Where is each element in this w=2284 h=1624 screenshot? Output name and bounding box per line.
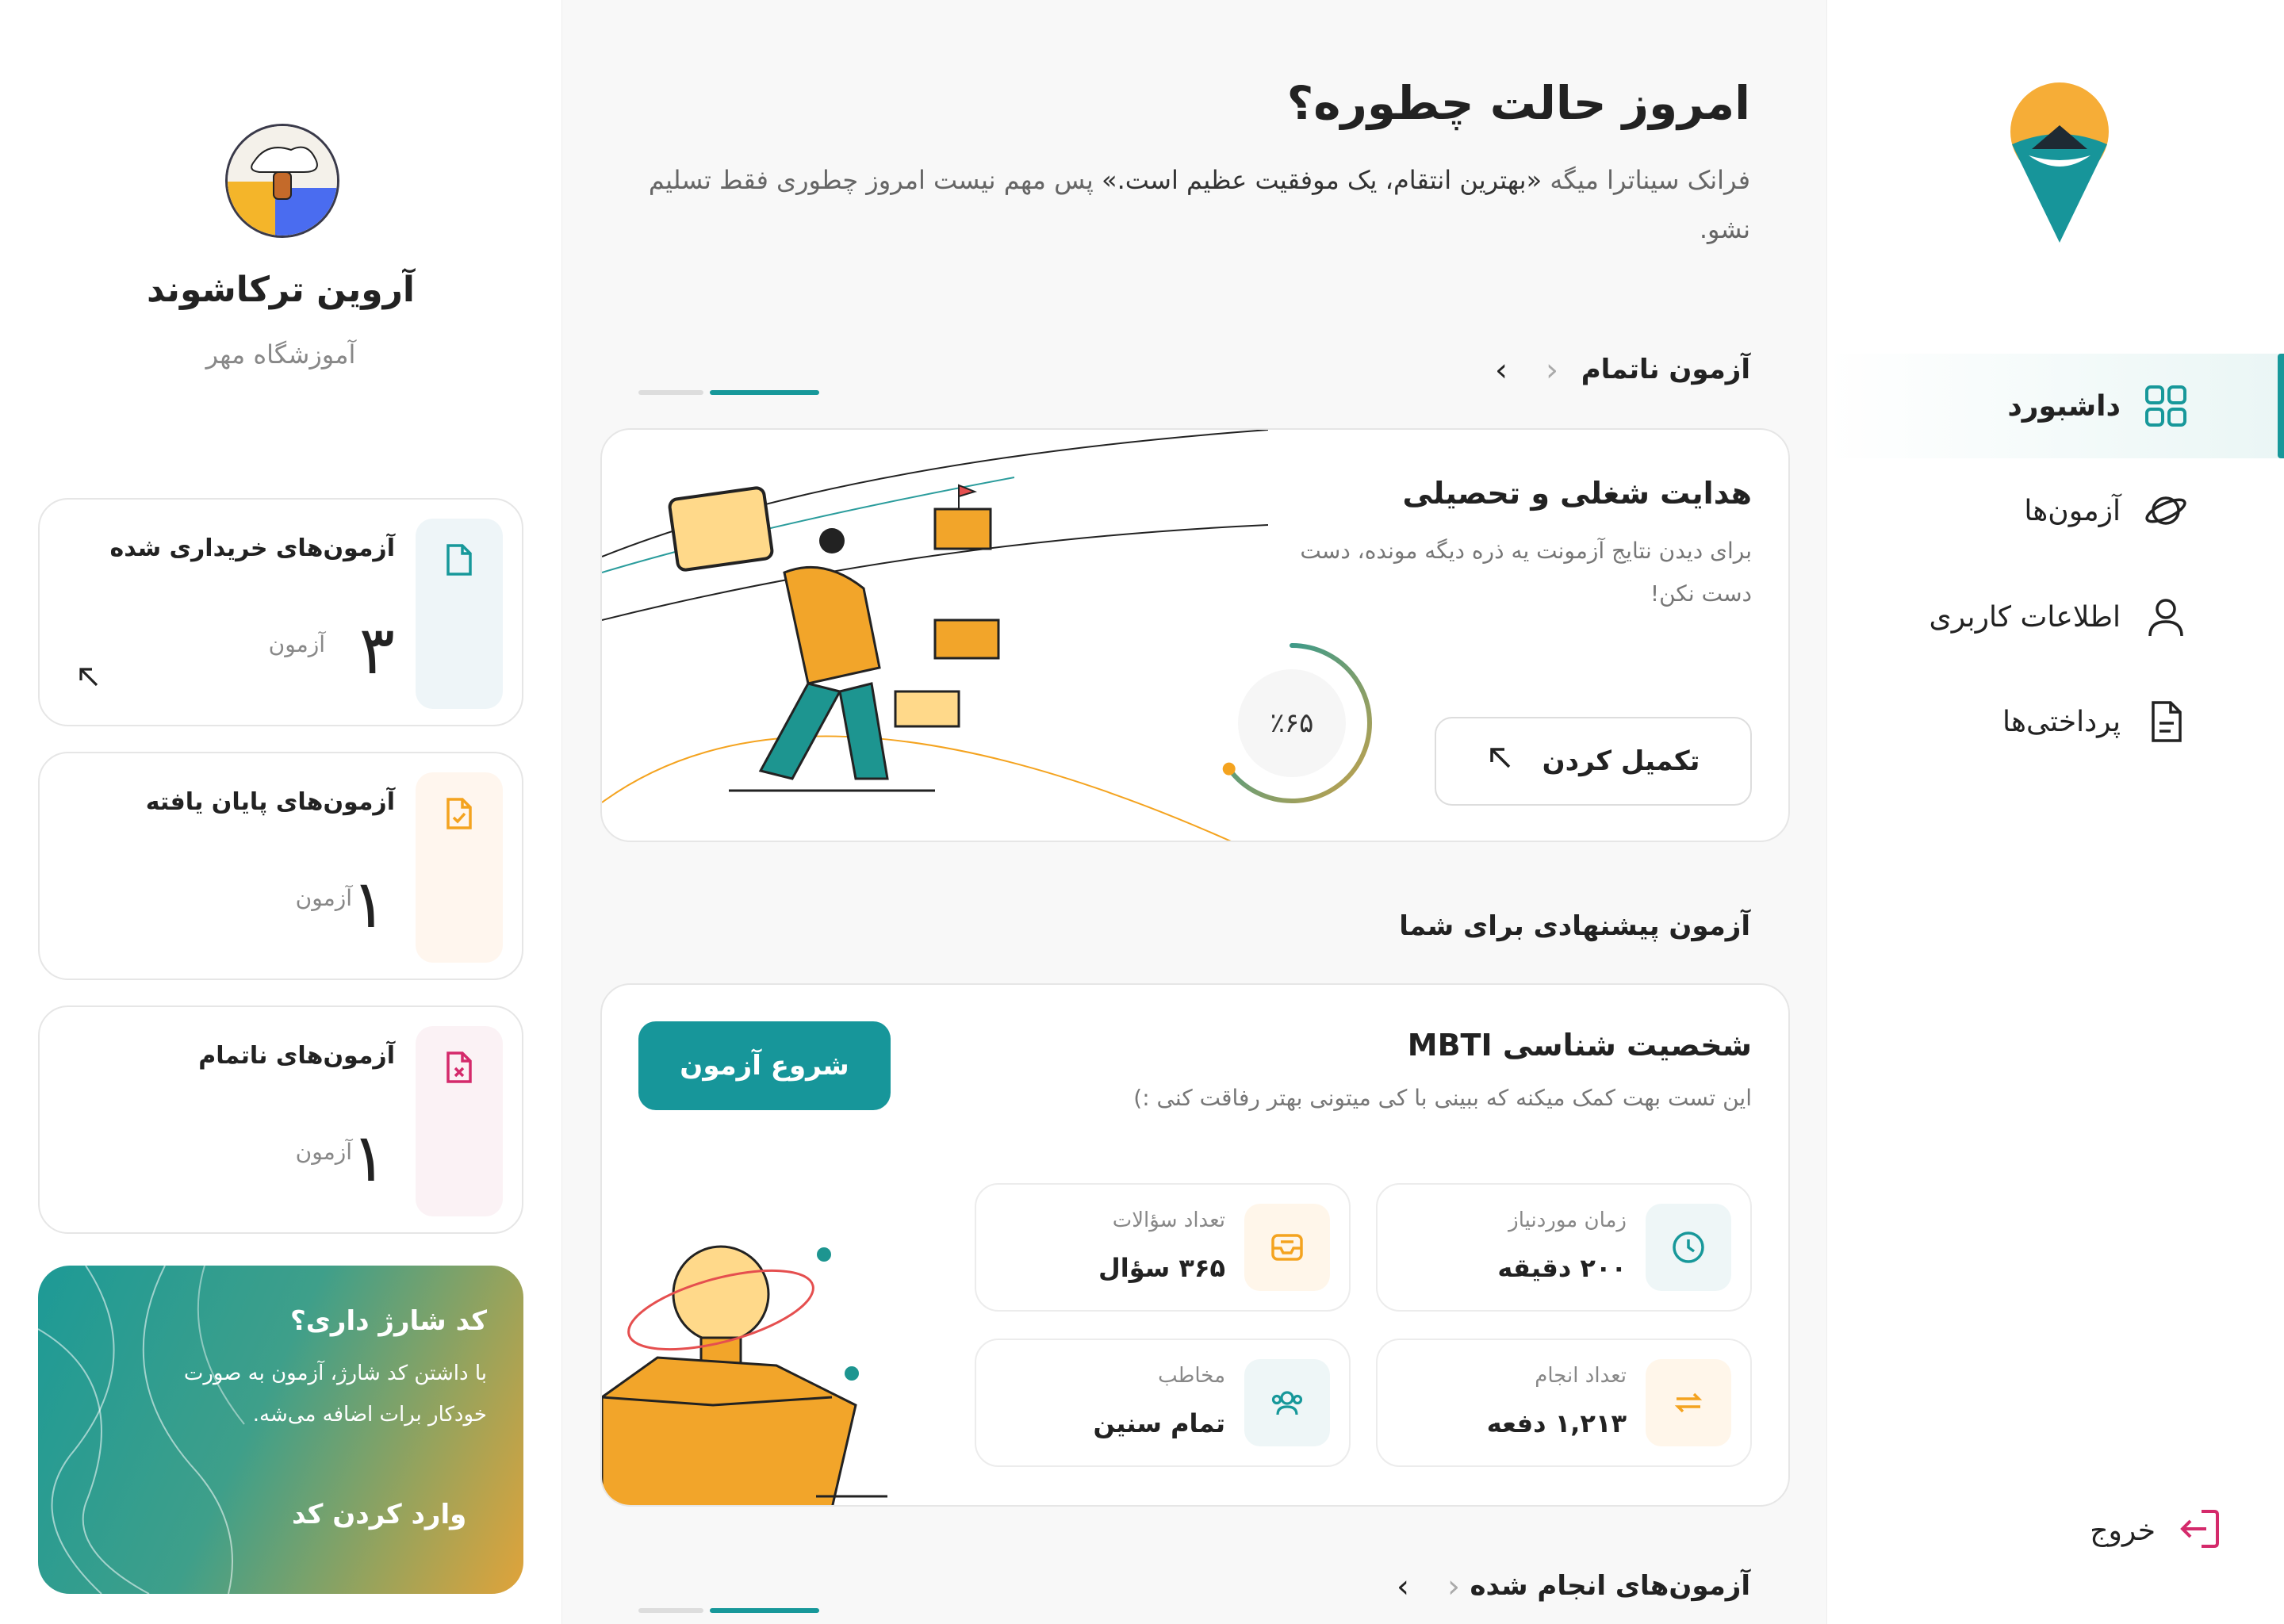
incomplete-exam-description: برای دیدن نتایج آزمونت یه ذره دیگه مونده…	[1300, 538, 1752, 607]
card-title: آزمون‌های ناتمام	[198, 1042, 395, 1070]
logo-icon	[2010, 82, 2109, 243]
user-school: آموزشگاه مهر	[205, 339, 356, 370]
document-icon	[2143, 699, 2189, 745]
page-title: امروز حالت چطوره؟	[1286, 76, 1750, 130]
chevron-right-icon[interactable]: ›	[1447, 1568, 1460, 1605]
card-count: ۱	[351, 865, 387, 943]
stat-label: مخاطب	[1158, 1364, 1225, 1388]
users-icon	[1244, 1359, 1330, 1446]
incomplete-exam-title: هدایت شغلی و تحصیلی	[1402, 476, 1752, 511]
nav-item-user-info[interactable]: اطلاعات کاربری	[1827, 565, 2284, 669]
enter-code-button[interactable]: وارد کردن کد	[292, 1499, 466, 1530]
charge-code-card: کد شارژ داری؟ با داشتن کد شارژ، آزمون به…	[38, 1266, 523, 1594]
file-check-icon	[416, 772, 503, 963]
career-illustration	[602, 430, 1268, 841]
slider-dot	[638, 1608, 703, 1613]
main-content: امروز حالت چطوره؟ فرانک سیناترا میگه «به…	[561, 0, 1827, 1624]
nav-item-exams[interactable]: آزمون‌ها	[1827, 458, 2284, 563]
nav-label-user-info: اطلاعات کاربری	[1929, 600, 2121, 634]
grid-icon	[2143, 383, 2189, 429]
recommended-exam-title: شخصیت شناسی MBTI	[1407, 1028, 1752, 1063]
stat-audience: مخاطب تمام سنین	[975, 1339, 1351, 1467]
unfinished-exams-card[interactable]: آزمون‌های ناتمام ۱ آزمون	[38, 1005, 523, 1234]
stat-times-taken: تعداد انجام ۱,۲۱۳ دفعه	[1376, 1339, 1752, 1467]
progress-percent: ٪۶۵	[1270, 707, 1314, 739]
card-title: آزمون‌های پایان یافته	[145, 788, 395, 816]
charge-description: با داشتن کد شارژ، آزمون به صورت خودکار ب…	[183, 1362, 487, 1427]
complete-exam-button[interactable]: تکمیل کردن	[1435, 717, 1752, 806]
progress-ring: ٪۶۵	[1205, 636, 1379, 810]
clock-icon	[1646, 1204, 1731, 1291]
stat-value: ۲۰۰ دقیقه	[1497, 1253, 1627, 1283]
stat-label: تعداد سؤالات	[1112, 1208, 1225, 1232]
stat-question-count: تعداد سؤالات ۳۶۵ سؤال	[975, 1183, 1351, 1312]
user-name: آروین ترکاشوند	[147, 270, 415, 310]
stat-value: تمام سنین	[1093, 1408, 1225, 1438]
chevron-right-icon[interactable]: ›	[1546, 352, 1558, 389]
nav-label-dashboard: داشبورد	[2007, 389, 2121, 423]
start-exam-button[interactable]: شروع آزمون	[638, 1021, 891, 1110]
logout-button[interactable]: خروج	[2090, 1507, 2222, 1554]
slider-dot	[638, 390, 703, 395]
profile-panel: آروین ترکاشوند آموزشگاه مهر آزمون‌های خر…	[0, 0, 561, 1624]
avatar[interactable]	[225, 124, 339, 238]
incomplete-exam-card: هدایت شغلی و تحصیلی برای دیدن نتایج آزمو…	[600, 428, 1790, 842]
chevron-left-icon[interactable]: ‹	[1397, 1568, 1409, 1605]
incomplete-section-title: آزمون ناتمام	[1581, 354, 1750, 385]
file-x-icon	[416, 1026, 503, 1216]
stat-required-time: زمان موردنیاز ۲۰۰ دقیقه	[1376, 1183, 1752, 1312]
nav-label-payments: پرداختی‌ها	[2002, 705, 2121, 738]
stat-value: ۳۶۵ سؤال	[1098, 1253, 1225, 1283]
inbox-icon	[1244, 1204, 1330, 1291]
logout-icon	[2178, 1507, 2222, 1554]
slider-dot-active	[710, 390, 819, 395]
card-unit: آزمون	[295, 885, 352, 911]
idea-box-illustration	[602, 1245, 887, 1505]
charge-title: کد شارژ داری؟	[290, 1305, 487, 1337]
card-title: آزمون‌های خریداری شده	[109, 534, 395, 562]
recommended-section-title: آزمون پیشنهادی برای شما	[1399, 910, 1750, 942]
nav-sidebar: داشبورد آزمون‌ها اطلاعات کاربری پرداختی‌…	[1827, 0, 2284, 1624]
recommended-exam-description: این تست بهت کمک میکنه که ببینی با کی میت…	[1133, 1085, 1752, 1111]
card-count: ۱	[351, 1119, 387, 1197]
logout-label: خروج	[2090, 1514, 2156, 1547]
file-icon	[416, 519, 503, 709]
stat-value: ۱,۲۱۳ دفعه	[1486, 1408, 1627, 1438]
done-slider-indicator	[638, 1608, 819, 1613]
incomplete-carousel-arrows: ‹ ›	[1495, 352, 1558, 389]
quote-prefix: فرانک سیناترا میگه	[1542, 165, 1750, 195]
recommended-exam-card: شخصیت شناسی MBTI این تست بهت کمک میکنه ک…	[600, 983, 1790, 1507]
arrow-up-left-icon	[76, 665, 102, 693]
planet-icon	[2143, 488, 2189, 534]
nav-label-exams: آزمون‌ها	[2024, 494, 2121, 527]
purchased-exams-card[interactable]: آزمون‌های خریداری شده ۳ آزمون	[38, 498, 523, 726]
repeat-icon	[1646, 1359, 1731, 1446]
incomplete-slider-indicator	[638, 390, 819, 395]
stat-label: تعداد انجام	[1535, 1364, 1627, 1388]
greeting-quote: فرانک سیناترا میگه «بهترین انتقام، یک مو…	[640, 155, 1750, 254]
finished-exams-card[interactable]: آزمون‌های پایان یافته ۱ آزمون	[38, 752, 523, 980]
nav-item-dashboard[interactable]: داشبورد	[1827, 354, 2284, 458]
done-carousel-arrows: ‹ ›	[1397, 1568, 1460, 1605]
done-section-title: آزمون‌های انجام شده	[1470, 1570, 1750, 1602]
stat-label: زمان موردنیاز	[1508, 1208, 1627, 1232]
complete-button-label: تکمیل کردن	[1542, 745, 1700, 777]
slider-dot-active	[710, 1608, 819, 1613]
arrow-up-left-icon	[1487, 745, 1514, 779]
card-unit: آزمون	[295, 1139, 352, 1165]
user-icon	[2143, 594, 2189, 640]
nav-item-payments[interactable]: پرداختی‌ها	[1827, 669, 2284, 774]
card-unit: آزمون	[268, 631, 325, 657]
card-count: ۳	[358, 611, 395, 689]
chevron-left-icon[interactable]: ‹	[1495, 352, 1508, 389]
quote-text: «بهترین انتقام، یک موفقیت عظیم است.»	[1101, 165, 1542, 195]
